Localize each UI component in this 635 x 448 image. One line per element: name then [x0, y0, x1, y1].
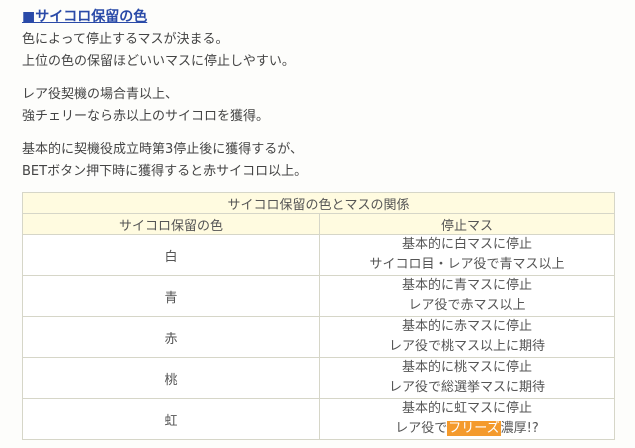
paragraph-3: 基本的に契機役成立時第3停止後に獲得するが、 BETボタン押下時に獲得すると赤サ… — [22, 139, 307, 183]
stop-cell: 基本的に赤マスに停止 レア役で桃マス以上に期待 — [319, 316, 615, 358]
color-cell: 青 — [22, 275, 320, 317]
stop-line: レア役で赤マス以上 — [408, 298, 526, 313]
dice-color-table: サイコロ保留の色とマスの関係 サイコロ保留の色 停止マス 白 基本的に白マスに停… — [22, 192, 615, 440]
article: ■サイコロ保留の色 色によって停止するマスが決まる。 上位の色の保留ほどいいマス… — [0, 0, 635, 448]
paragraph-line: 基本的に契機役成立時第3停止後に獲得するが、 — [22, 142, 304, 157]
freeze-highlight: フリーズ — [447, 421, 501, 436]
paragraph-2: レア役契機の場合青以上、 強チェリーなら赤以上のサイコロを獲得。 — [22, 84, 269, 128]
stop-cell: 基本的に桃マスに停止 レア役で総選挙マスに期待 — [319, 357, 615, 399]
column-header-stop-square: 停止マス — [319, 213, 615, 235]
stop-line-suffix: 濃厚!? — [500, 421, 539, 436]
paragraph-line: BETボタン押下時に獲得すると赤サイコロ以上。 — [22, 164, 308, 179]
stop-line: レア役で桃マス以上に期待 — [388, 339, 545, 354]
color-cell: 白 — [22, 234, 320, 276]
table-row: 白 基本的に白マスに停止 サイコロ目・レア役で青マス以上 — [22, 234, 615, 276]
paragraph-line: レア役契機の場合青以上、 — [22, 87, 179, 102]
table-caption: サイコロ保留の色とマスの関係 — [22, 192, 615, 214]
stop-line: 基本的に白マスに停止 — [401, 237, 532, 252]
color-cell: 桃 — [22, 357, 320, 399]
stop-line: 基本的に赤マスに停止 — [401, 319, 532, 334]
table-row: 桃 基本的に桃マスに停止 レア役で総選挙マスに期待 — [22, 357, 615, 399]
table-row: 赤 基本的に赤マスに停止 レア役で桃マス以上に期待 — [22, 316, 615, 358]
stop-line: 基本的に桃マスに停止 — [401, 360, 532, 375]
paragraph-1: 色によって停止するマスが決まる。 上位の色の保留ほどいいマスに停止しやすい。 — [22, 29, 295, 73]
column-header-color: サイコロ保留の色 — [22, 213, 320, 235]
paragraph-line: 色によって停止するマスが決まる。 — [22, 32, 229, 47]
stop-line: レア役で総選挙マスに期待 — [388, 380, 545, 395]
stop-cell: 基本的に虹マスに停止 レア役でフリーズ濃厚!? — [319, 398, 615, 440]
stop-line: サイコロ目・レア役で青マス以上 — [369, 257, 565, 272]
color-cell: 赤 — [22, 316, 320, 358]
stop-line: 基本的に青マスに停止 — [401, 278, 532, 293]
section-heading: ■サイコロ保留の色 — [22, 9, 148, 25]
stop-line-prefix: レア役で — [395, 421, 448, 436]
paragraph-line: 強チェリーなら赤以上のサイコロを獲得。 — [22, 109, 270, 124]
paragraph-line: 上位の色の保留ほどいいマスに停止しやすい。 — [22, 54, 295, 69]
table-row: 青 基本的に青マスに停止 レア役で赤マス以上 — [22, 275, 615, 317]
stop-line: レア役でフリーズ濃厚!? — [320, 419, 614, 439]
color-cell: 虹 — [22, 398, 320, 440]
stop-cell: 基本的に白マスに停止 サイコロ目・レア役で青マス以上 — [319, 234, 615, 276]
stop-cell: 基本的に青マスに停止 レア役で赤マス以上 — [319, 275, 615, 317]
table-row: 虹 基本的に虹マスに停止 レア役でフリーズ濃厚!? — [22, 398, 615, 440]
stop-line: 基本的に虹マスに停止 — [401, 401, 532, 416]
